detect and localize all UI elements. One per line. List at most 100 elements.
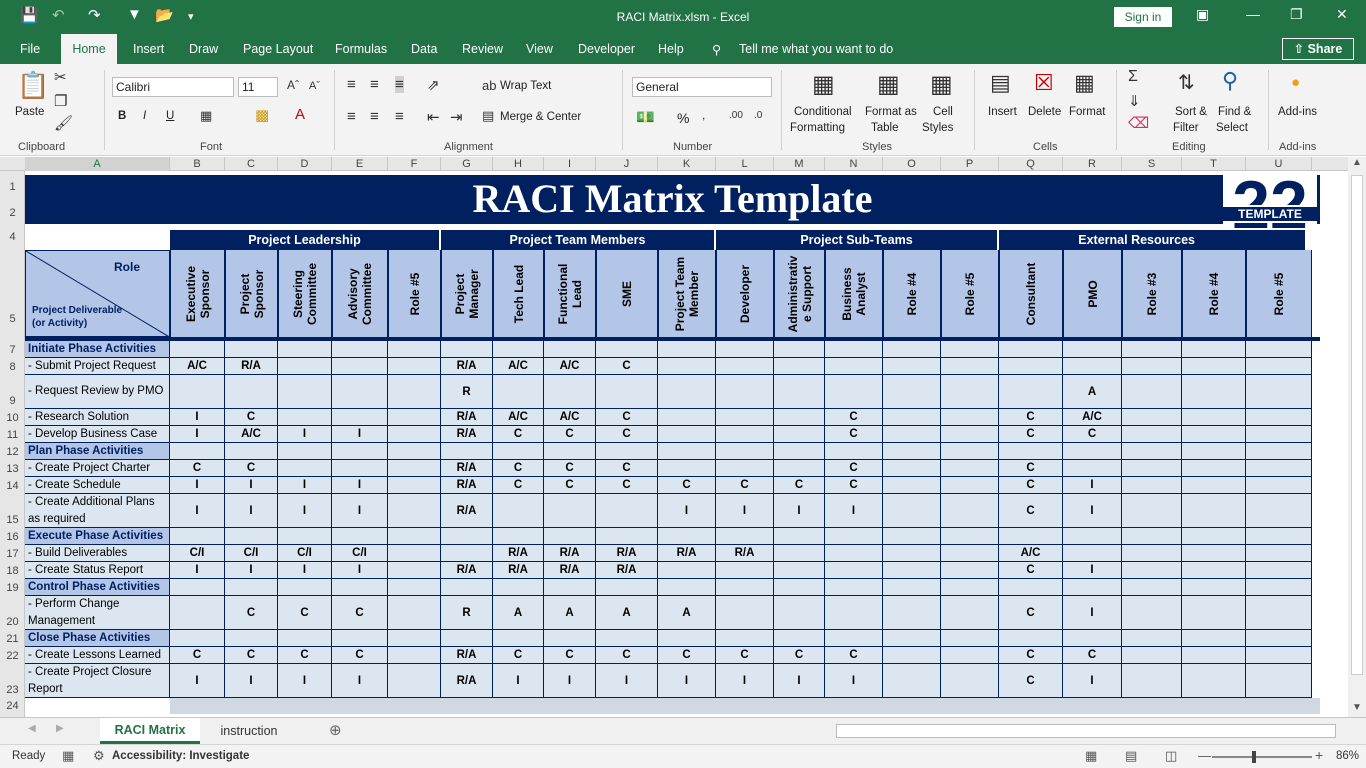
- raci-cell[interactable]: [1182, 596, 1246, 630]
- raci-cell[interactable]: I: [278, 477, 332, 494]
- raci-cell[interactable]: [999, 341, 1063, 358]
- raci-cell[interactable]: [999, 630, 1063, 647]
- raci-cell[interactable]: A/C: [493, 358, 544, 375]
- raci-cell[interactable]: [278, 460, 332, 477]
- raci-cell[interactable]: C: [493, 460, 544, 477]
- raci-cell[interactable]: C: [716, 647, 774, 664]
- column-header[interactable]: C: [225, 157, 278, 171]
- column-header[interactable]: U: [1246, 157, 1312, 171]
- raci-cell[interactable]: [1182, 528, 1246, 545]
- raci-cell[interactable]: [544, 341, 596, 358]
- raci-cell[interactable]: [883, 426, 941, 443]
- raci-cell[interactable]: A/C: [999, 545, 1063, 562]
- raci-cell[interactable]: C: [596, 477, 658, 494]
- raci-cell[interactable]: [883, 477, 941, 494]
- row-header[interactable]: 11: [0, 429, 25, 441]
- raci-cell[interactable]: R: [441, 596, 493, 630]
- raci-cell[interactable]: C: [493, 477, 544, 494]
- format-as-table-icon[interactable]: ▦: [877, 70, 900, 99]
- raci-cell[interactable]: C: [225, 460, 278, 477]
- column-header[interactable]: D: [278, 157, 332, 171]
- raci-cell[interactable]: C: [278, 647, 332, 664]
- raci-cell[interactable]: [278, 630, 332, 647]
- row-header[interactable]: 21: [0, 633, 25, 645]
- column-header[interactable]: B: [170, 157, 225, 171]
- raci-cell[interactable]: C/I: [170, 545, 225, 562]
- decrease-decimal-icon[interactable]: .0: [754, 110, 762, 121]
- raci-cell[interactable]: [225, 630, 278, 647]
- cell-styles-label[interactable]: Cell: [933, 106, 953, 118]
- raci-cell[interactable]: [883, 494, 941, 528]
- sort-filter-label[interactable]: Sort &: [1175, 106, 1207, 118]
- tab-view[interactable]: View: [526, 42, 553, 56]
- raci-cell[interactable]: [441, 443, 493, 460]
- raci-cell[interactable]: [999, 579, 1063, 596]
- raci-cell[interactable]: I: [774, 664, 825, 698]
- raci-cell[interactable]: [596, 528, 658, 545]
- restore-icon[interactable]: ❐: [1290, 6, 1303, 23]
- raci-cell[interactable]: [1246, 630, 1312, 647]
- raci-cell[interactable]: [170, 375, 225, 409]
- merge-center-icon[interactable]: ▤: [482, 108, 494, 124]
- raci-cell[interactable]: [1182, 579, 1246, 596]
- raci-cell[interactable]: [1122, 358, 1182, 375]
- raci-cell[interactable]: R/A: [441, 426, 493, 443]
- raci-cell[interactable]: [1246, 358, 1312, 375]
- raci-cell[interactable]: I: [544, 664, 596, 698]
- raci-cell[interactable]: [1063, 528, 1122, 545]
- raci-cell[interactable]: [1246, 341, 1312, 358]
- raci-cell[interactable]: [658, 562, 716, 579]
- raci-cell[interactable]: A/C: [544, 409, 596, 426]
- raci-cell[interactable]: [883, 579, 941, 596]
- activity-label[interactable]: - Submit Project Request: [25, 358, 170, 375]
- align-bottom-icon[interactable]: ≡: [395, 76, 404, 93]
- raci-cell[interactable]: [1182, 494, 1246, 528]
- raci-cell[interactable]: [332, 460, 388, 477]
- raci-cell[interactable]: [493, 494, 544, 528]
- raci-cell[interactable]: [544, 579, 596, 596]
- raci-cell[interactable]: [170, 341, 225, 358]
- raci-cell[interactable]: [441, 630, 493, 647]
- raci-cell[interactable]: [774, 545, 825, 562]
- raci-cell[interactable]: [596, 630, 658, 647]
- raci-cell[interactable]: C: [278, 596, 332, 630]
- fill-icon[interactable]: ⇓: [1128, 92, 1141, 110]
- scroll-thumb[interactable]: [1351, 175, 1363, 675]
- raci-cell[interactable]: [1122, 460, 1182, 477]
- raci-cell[interactable]: C: [716, 477, 774, 494]
- raci-cell[interactable]: [1246, 477, 1312, 494]
- raci-cell[interactable]: R/A: [441, 664, 493, 698]
- raci-cell[interactable]: I: [225, 477, 278, 494]
- column-header[interactable]: K: [658, 157, 716, 171]
- row-header[interactable]: 10: [0, 412, 25, 424]
- column-header[interactable]: A: [25, 157, 170, 171]
- raci-cell[interactable]: C/I: [332, 545, 388, 562]
- raci-cell[interactable]: [716, 630, 774, 647]
- raci-cell[interactable]: [1246, 664, 1312, 698]
- raci-cell[interactable]: [441, 341, 493, 358]
- raci-cell[interactable]: [1122, 426, 1182, 443]
- raci-cell[interactable]: R: [441, 375, 493, 409]
- row-header[interactable]: 18: [0, 565, 25, 577]
- row-header[interactable]: 9: [0, 395, 25, 407]
- italic-button[interactable]: I: [143, 110, 146, 122]
- raci-cell[interactable]: C: [1063, 647, 1122, 664]
- raci-cell[interactable]: [941, 409, 999, 426]
- raci-cell[interactable]: [1122, 647, 1182, 664]
- raci-cell[interactable]: [658, 341, 716, 358]
- raci-cell[interactable]: [278, 443, 332, 460]
- raci-cell[interactable]: [716, 426, 774, 443]
- raci-cell[interactable]: [441, 545, 493, 562]
- find-select-icon[interactable]: ⚲: [1222, 68, 1238, 94]
- raci-cell[interactable]: [774, 460, 825, 477]
- raci-cell[interactable]: R/A: [493, 545, 544, 562]
- raci-cell[interactable]: I: [332, 426, 388, 443]
- tab-developer[interactable]: Developer: [578, 42, 635, 56]
- raci-cell[interactable]: [1063, 358, 1122, 375]
- insert-cells-icon[interactable]: ▤: [990, 70, 1011, 96]
- page-break-view-icon[interactable]: ◫: [1165, 748, 1177, 764]
- align-middle-icon[interactable]: ≡: [370, 76, 379, 93]
- raci-cell[interactable]: [883, 647, 941, 664]
- raci-cell[interactable]: [388, 443, 441, 460]
- row-header[interactable]: 2: [0, 207, 25, 219]
